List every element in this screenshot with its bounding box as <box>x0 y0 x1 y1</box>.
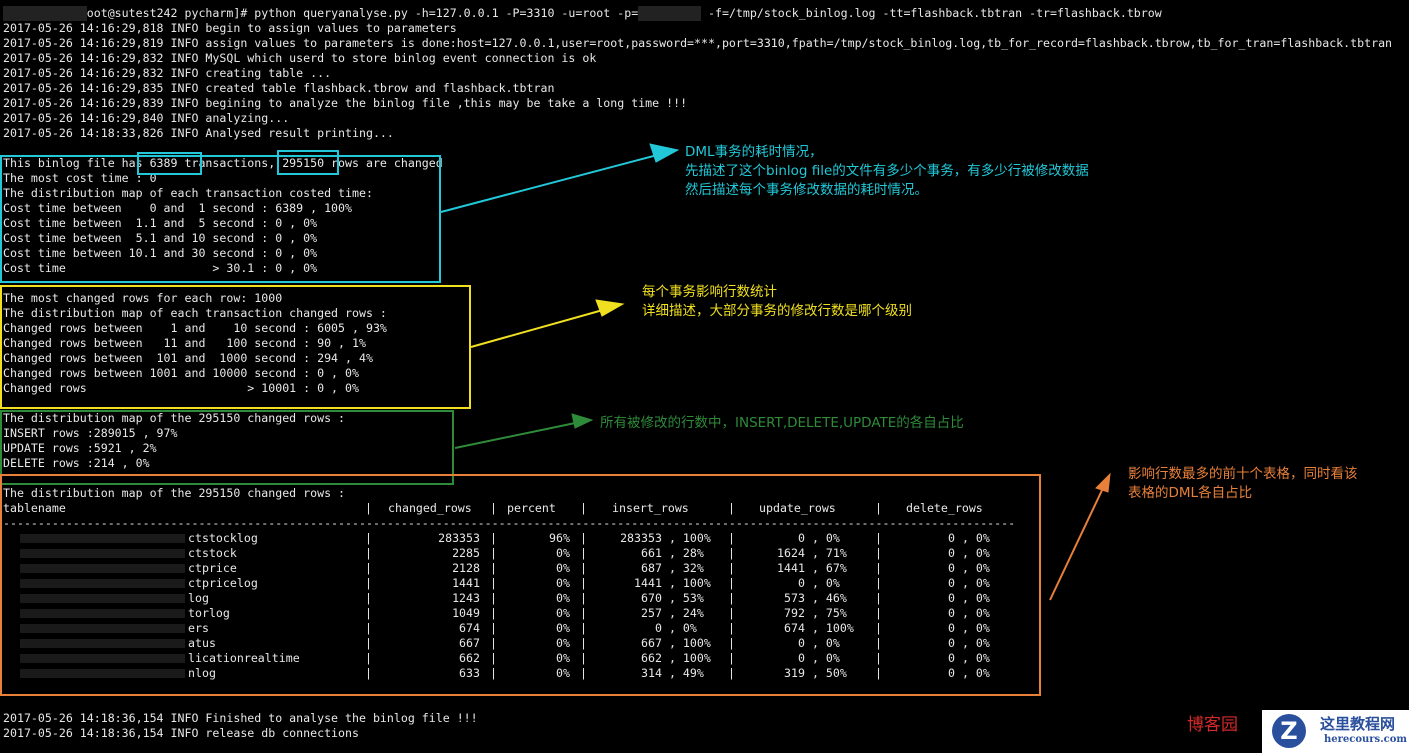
logo-z-icon: Z <box>1272 714 1306 748</box>
watermark-blog: 博客园 <box>1187 715 1238 735</box>
green-arrow <box>454 413 594 449</box>
tables-annotation: 影响行数最多的前十个表格，同时看该 表格的DML各自占比 <box>1128 466 1358 501</box>
cyan-arrow <box>440 143 680 213</box>
site-logo: Z 这里教程网 herecours.com <box>1262 710 1409 753</box>
orange-arrow <box>1049 472 1111 601</box>
annotation-arrows <box>440 143 1111 601</box>
rows-annotation: 每个事务影响行数统计 详细描述，大部分事务的修改行数是哪个级别 <box>642 284 912 319</box>
cost-annotation: DML事务的耗时情况， 先描述了这个binlog file的文件有多少个事务，有… <box>685 144 1089 198</box>
dml-annotation: 所有被修改的行数中，INSERT,DELETE,UPDATE的各自占比 <box>600 415 964 431</box>
yellow-arrow <box>470 299 625 348</box>
